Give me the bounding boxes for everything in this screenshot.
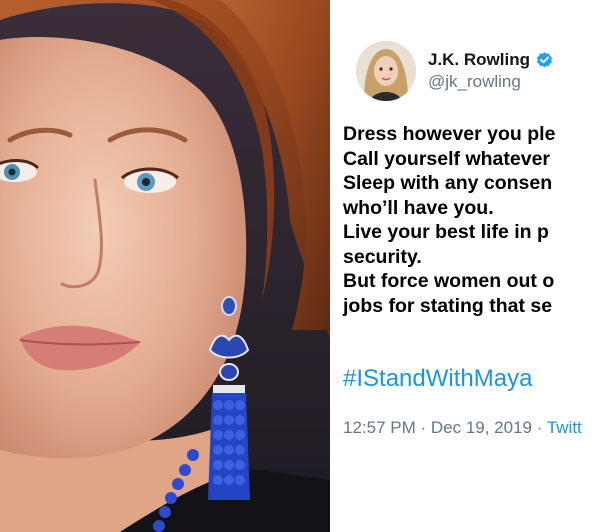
- tweet-card: J.K. Rowling @jk_rowling Dress however y…: [330, 0, 600, 532]
- user-handle[interactable]: @jk_rowling: [428, 72, 554, 92]
- timestamp-text[interactable]: 12:57 PM · Dec 19, 2019 ·: [343, 418, 547, 437]
- tweet-line: But force women out o: [343, 270, 555, 292]
- portrait-illustration: [0, 0, 330, 532]
- verified-badge-icon: [535, 51, 554, 70]
- tweet-header: J.K. Rowling @jk_rowling: [356, 40, 554, 102]
- tweet-line: Dress however you ple: [343, 123, 556, 145]
- tweet-text: Dress however you ple Call yourself what…: [343, 122, 600, 318]
- avatar[interactable]: [356, 41, 416, 101]
- tweet-line: Live your best life in p: [343, 221, 549, 243]
- tweet-line: who’ll have you.: [343, 196, 494, 219]
- tweet-line: Sleep with any consen: [343, 172, 553, 194]
- author-info: J.K. Rowling @jk_rowling: [428, 50, 554, 92]
- name-row: J.K. Rowling: [428, 50, 554, 70]
- hashtag-link[interactable]: #IStandWithMaya: [343, 365, 532, 393]
- tweet-timestamp: 12:57 PM · Dec 19, 2019 · Twitt: [343, 418, 582, 438]
- avatar-image: [356, 41, 416, 101]
- tweet-line: security.: [343, 245, 422, 268]
- tweet-line: jobs for stating that se: [343, 294, 553, 317]
- tweet-line: Call yourself whatever: [343, 147, 550, 170]
- portrait-photo: [0, 0, 330, 532]
- meme-image: J.K. Rowling @jk_rowling Dress however y…: [0, 0, 600, 532]
- source-link[interactable]: Twitt: [547, 418, 582, 437]
- display-name[interactable]: J.K. Rowling: [428, 50, 530, 70]
